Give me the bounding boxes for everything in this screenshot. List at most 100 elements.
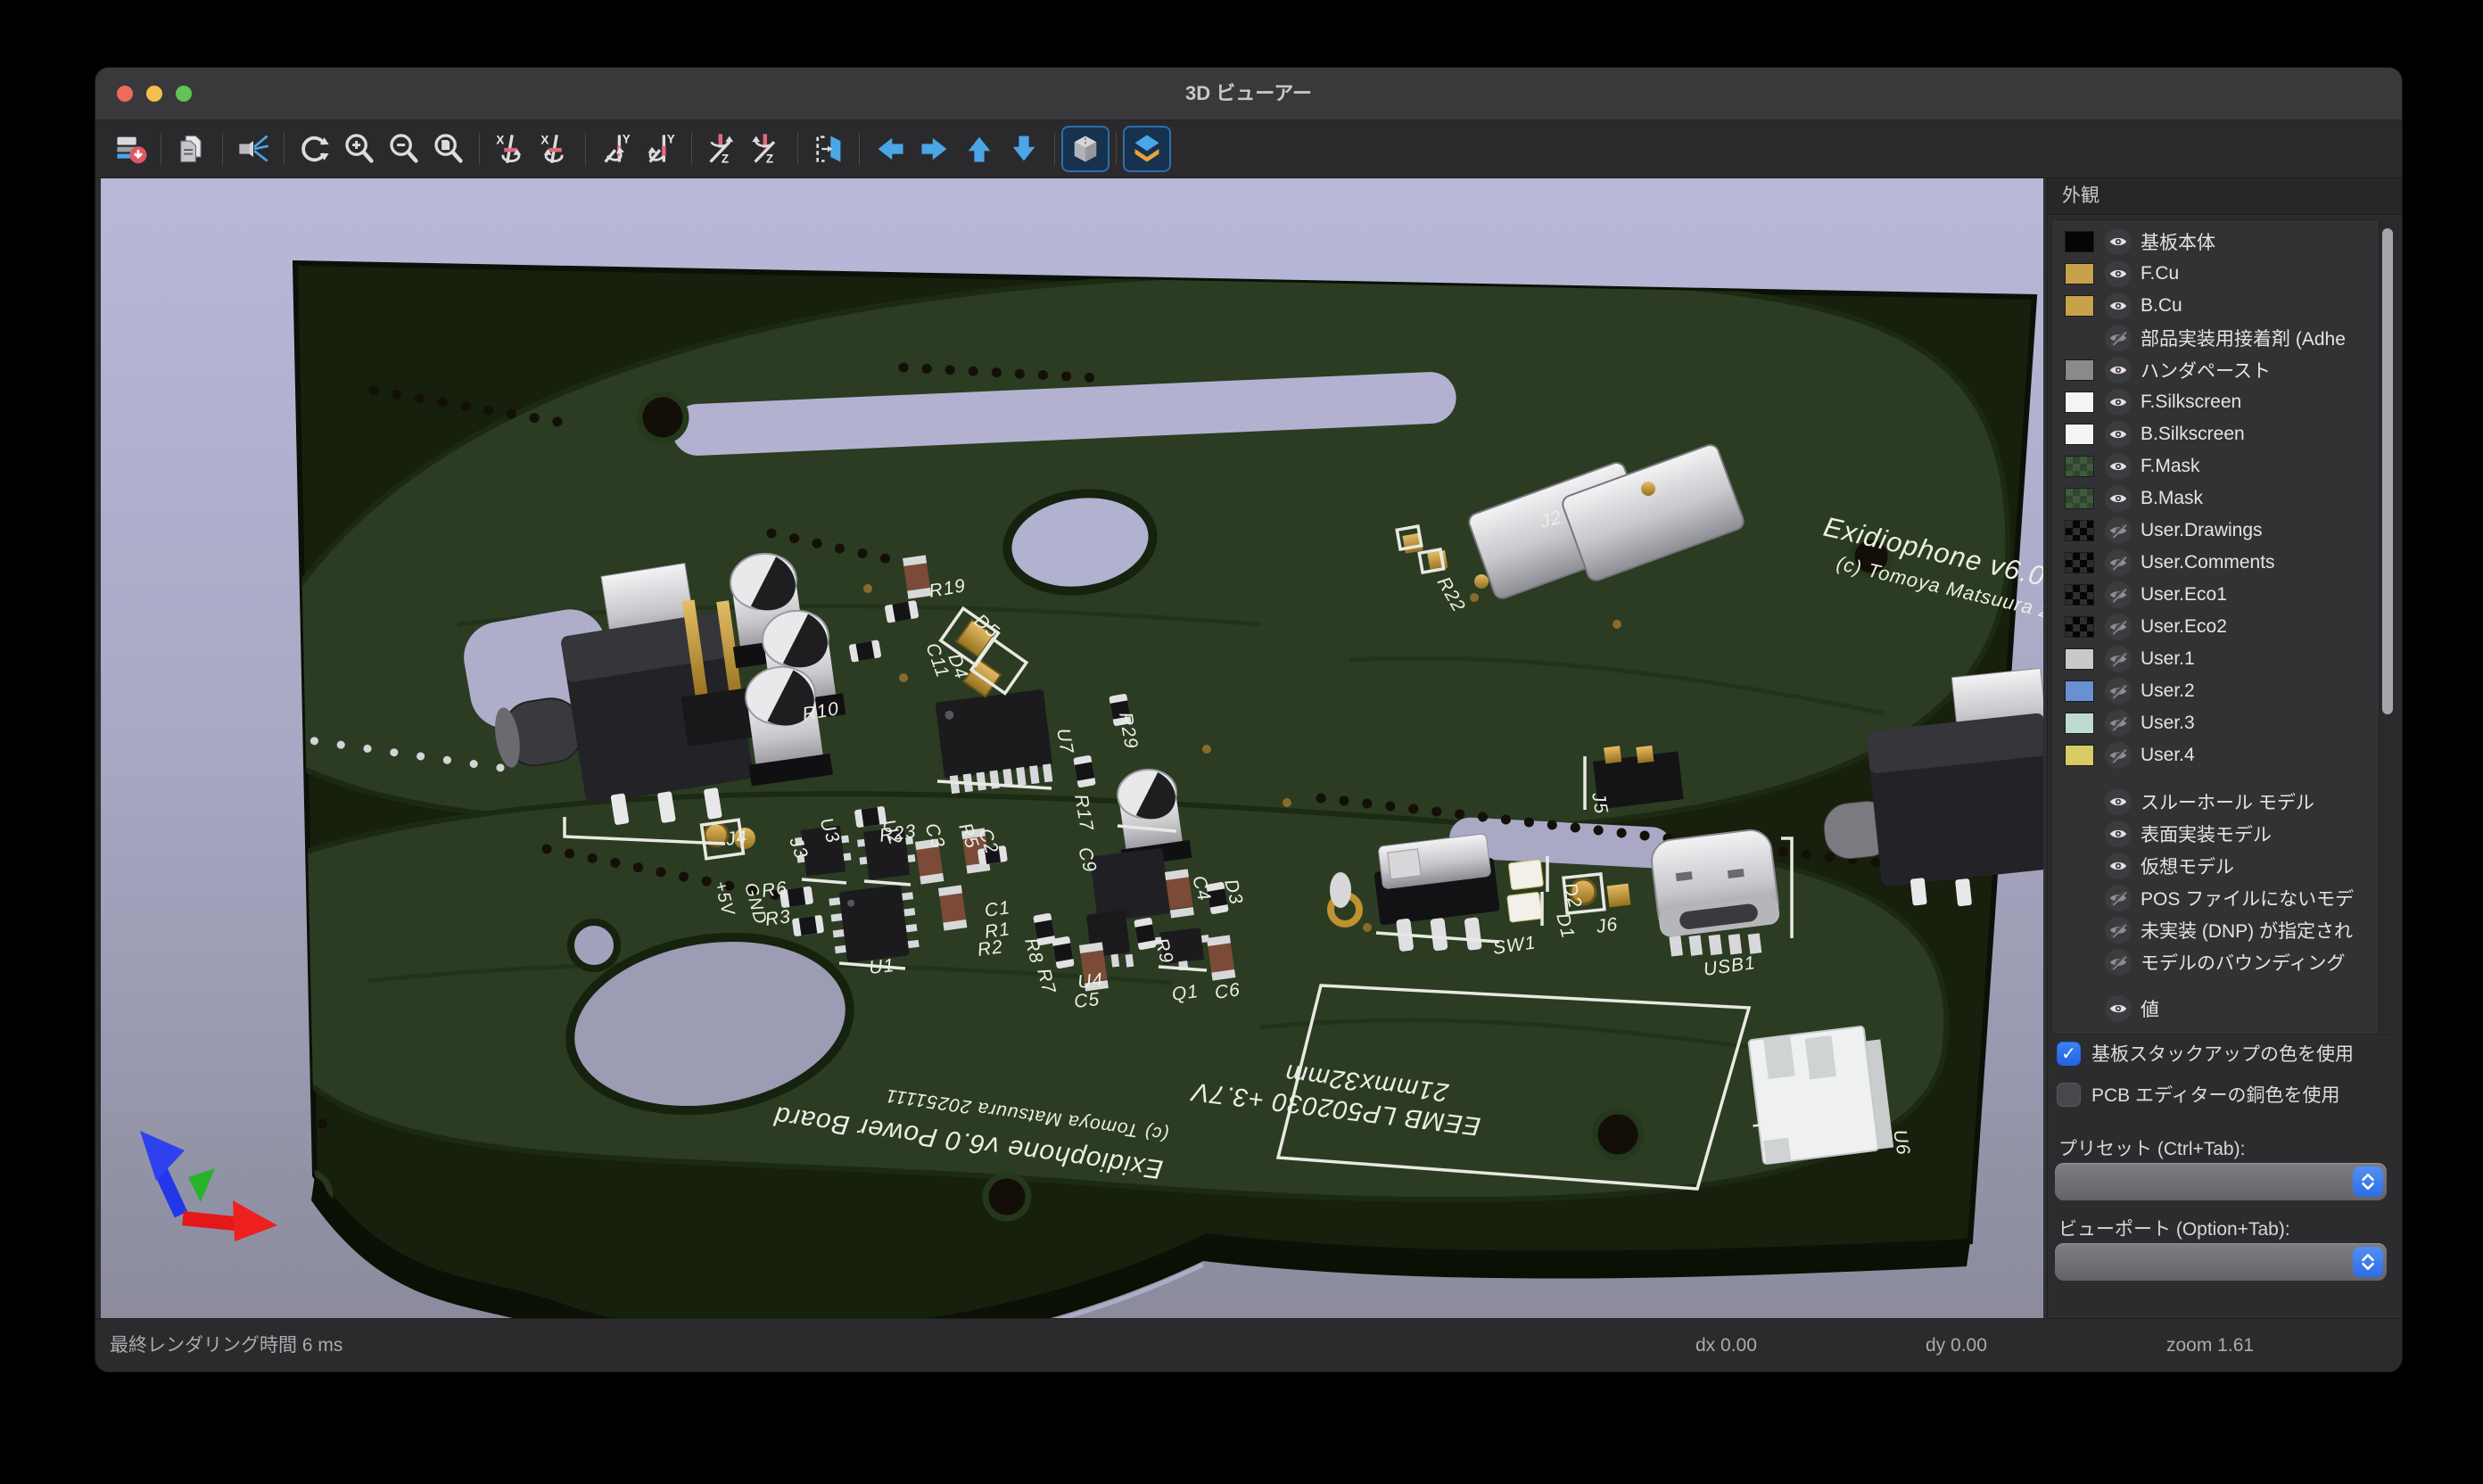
layer-row[interactable]: User.2	[2052, 675, 2379, 707]
rotate-z-counterclockwise-button[interactable]: Z	[745, 128, 789, 170]
rotate-x-clockwise-button[interactable]: X	[488, 128, 532, 170]
layer-row[interactable]: 部品実装用接着剤 (Adhe	[2052, 322, 2379, 354]
layer-color-swatch[interactable]	[2065, 520, 2094, 541]
stepper-icon[interactable]	[2353, 1247, 2383, 1277]
layer-row[interactable]: B.Cu	[2052, 290, 2379, 322]
model-row[interactable]: 表面実装モデル	[2052, 818, 2379, 850]
pan-right-button[interactable]	[912, 128, 957, 170]
redraw-button[interactable]	[293, 128, 337, 170]
visibility-off-icon[interactable]	[2105, 581, 2132, 608]
visibility-on-icon[interactable]	[2105, 788, 2132, 815]
reload-board-button[interactable]	[108, 128, 153, 170]
visibility-off-icon[interactable]	[2105, 885, 2132, 911]
layer-row[interactable]: User.3	[2052, 707, 2379, 739]
visibility-off-icon[interactable]	[2105, 710, 2132, 737]
layer-color-swatch[interactable]	[2065, 648, 2094, 670]
model-row[interactable]: POS ファイルにないモデ	[2052, 882, 2379, 914]
layer-row[interactable]: 基板本体	[2052, 226, 2379, 258]
layer-row[interactable]: F.Mask	[2052, 450, 2379, 482]
layer-color-swatch[interactable]	[2065, 616, 2094, 638]
visibility-off-icon[interactable]	[2105, 549, 2132, 576]
visibility-on-icon[interactable]	[2105, 421, 2132, 448]
layer-color-swatch[interactable]	[2065, 680, 2094, 702]
layer-row[interactable]: User.Comments	[2052, 547, 2379, 579]
pan-up-button[interactable]	[957, 128, 1002, 170]
flip-board-button[interactable]	[806, 128, 851, 170]
use-stackup-colors-checkbox[interactable]: ✓ 基板スタックアップの色を使用	[2057, 1040, 2354, 1067]
rotate-x-counterclockwise-button[interactable]: X	[532, 128, 577, 170]
layer-color-swatch[interactable]	[2065, 552, 2094, 573]
zoom-to-fit-button[interactable]	[426, 128, 471, 170]
visibility-off-icon[interactable]	[2105, 678, 2132, 705]
checkbox-icon[interactable]: ✓	[2057, 1083, 2081, 1107]
visibility-on-icon[interactable]	[2105, 995, 2132, 1022]
layer-row[interactable]: B.Mask	[2052, 482, 2379, 515]
3d-viewport[interactable]: Exidiophone v6.0 Audio Board(c) Tomoya M…	[101, 178, 2043, 1319]
visibility-off-icon[interactable]	[2105, 742, 2132, 769]
layer-color-swatch[interactable]	[2065, 745, 2094, 766]
layer-color-swatch[interactable]	[2065, 488, 2094, 509]
layer-color-swatch[interactable]	[2065, 584, 2094, 606]
title-bar[interactable]: 3D ビューアー	[95, 68, 2402, 120]
rotate-y-counterclockwise-button[interactable]: Y	[639, 128, 683, 170]
pan-down-button[interactable]	[1002, 128, 1046, 170]
visibility-on-icon[interactable]	[2105, 357, 2132, 383]
visibility-off-icon[interactable]	[2105, 614, 2132, 640]
render-current-view-button[interactable]	[231, 128, 276, 170]
visibility-off-icon[interactable]	[2105, 917, 2132, 944]
layer-color-swatch[interactable]	[2065, 231, 2094, 252]
orthographic-toggle-button[interactable]	[1063, 128, 1108, 170]
visibility-on-icon[interactable]	[2105, 293, 2132, 319]
appearance-layer-list[interactable]: 基板本体F.CuB.Cu部品実装用接着剤 (AdheハンダペーストF.Silks…	[2051, 219, 2397, 1035]
orthographic-cube-icon	[1068, 132, 1102, 166]
layer-row[interactable]: F.Cu	[2052, 258, 2379, 290]
preset-select[interactable]	[2055, 1163, 2387, 1200]
visibility-on-icon[interactable]	[2105, 453, 2132, 480]
visibility-off-icon[interactable]	[2105, 517, 2132, 544]
appearance-panel-toggle-button[interactable]	[1125, 128, 1169, 170]
scrollbar-thumb[interactable]	[2382, 228, 2393, 714]
layer-row[interactable]: User.Eco2	[2052, 611, 2379, 643]
visibility-on-icon[interactable]	[2105, 853, 2132, 879]
visibility-off-icon[interactable]	[2105, 949, 2132, 976]
layer-row[interactable]: B.Silkscreen	[2052, 418, 2379, 450]
use-pcb-editor-copper-checkbox[interactable]: ✓ PCB エディターの銅色を使用	[2057, 1081, 2340, 1108]
layer-color-swatch[interactable]	[2065, 456, 2094, 477]
layer-row[interactable]: User.Eco1	[2052, 579, 2379, 611]
layer-color-swatch[interactable]	[2065, 359, 2094, 381]
layer-color-swatch[interactable]	[2065, 424, 2094, 445]
pan-left-button[interactable]	[868, 128, 912, 170]
model-row[interactable]: スルーホール モデル	[2052, 786, 2379, 818]
visibility-on-icon[interactable]	[2105, 228, 2132, 255]
layers-icon	[1130, 132, 1164, 166]
layer-row[interactable]: User.1	[2052, 643, 2379, 675]
value-row[interactable]: 値	[2052, 993, 2379, 1025]
visibility-off-icon[interactable]	[2105, 325, 2132, 351]
visibility-off-icon[interactable]	[2105, 646, 2132, 672]
layer-color-swatch[interactable]	[2065, 392, 2094, 413]
layer-row[interactable]: User.Drawings	[2052, 515, 2379, 547]
layer-color-swatch[interactable]	[2065, 295, 2094, 317]
model-row[interactable]: 未実装 (DNP) が指定され	[2052, 914, 2379, 946]
visibility-on-icon[interactable]	[2105, 389, 2132, 416]
layer-row[interactable]: F.Silkscreen	[2052, 386, 2379, 418]
layer-row[interactable]: ハンダペースト	[2052, 354, 2379, 386]
visibility-on-icon[interactable]	[2105, 485, 2132, 512]
rotate-z-clockwise-button[interactable]: Z	[700, 128, 745, 170]
layer-color-swatch[interactable]	[2065, 713, 2094, 734]
visibility-on-icon[interactable]	[2105, 820, 2132, 847]
layer-color-swatch[interactable]	[2065, 263, 2094, 284]
checkbox-icon[interactable]: ✓	[2057, 1042, 2081, 1066]
zoom-in-button[interactable]	[337, 128, 382, 170]
viewport-select[interactable]	[2055, 1243, 2387, 1281]
visibility-on-icon[interactable]	[2105, 260, 2132, 287]
stepper-icon[interactable]	[2353, 1167, 2383, 1197]
zoom-out-button[interactable]	[382, 128, 426, 170]
rotate-y-clockwise-button[interactable]: Y	[594, 128, 639, 170]
copy-image-button[interactable]	[169, 128, 214, 170]
3d-viewport-canvas[interactable]: Exidiophone v6.0 Audio Board(c) Tomoya M…	[101, 178, 2043, 1319]
scrollbar-track[interactable]	[2379, 221, 2396, 1033]
model-row[interactable]: モデルのバウンディング	[2052, 946, 2379, 978]
model-row[interactable]: 仮想モデル	[2052, 850, 2379, 882]
layer-row[interactable]: User.4	[2052, 739, 2379, 771]
